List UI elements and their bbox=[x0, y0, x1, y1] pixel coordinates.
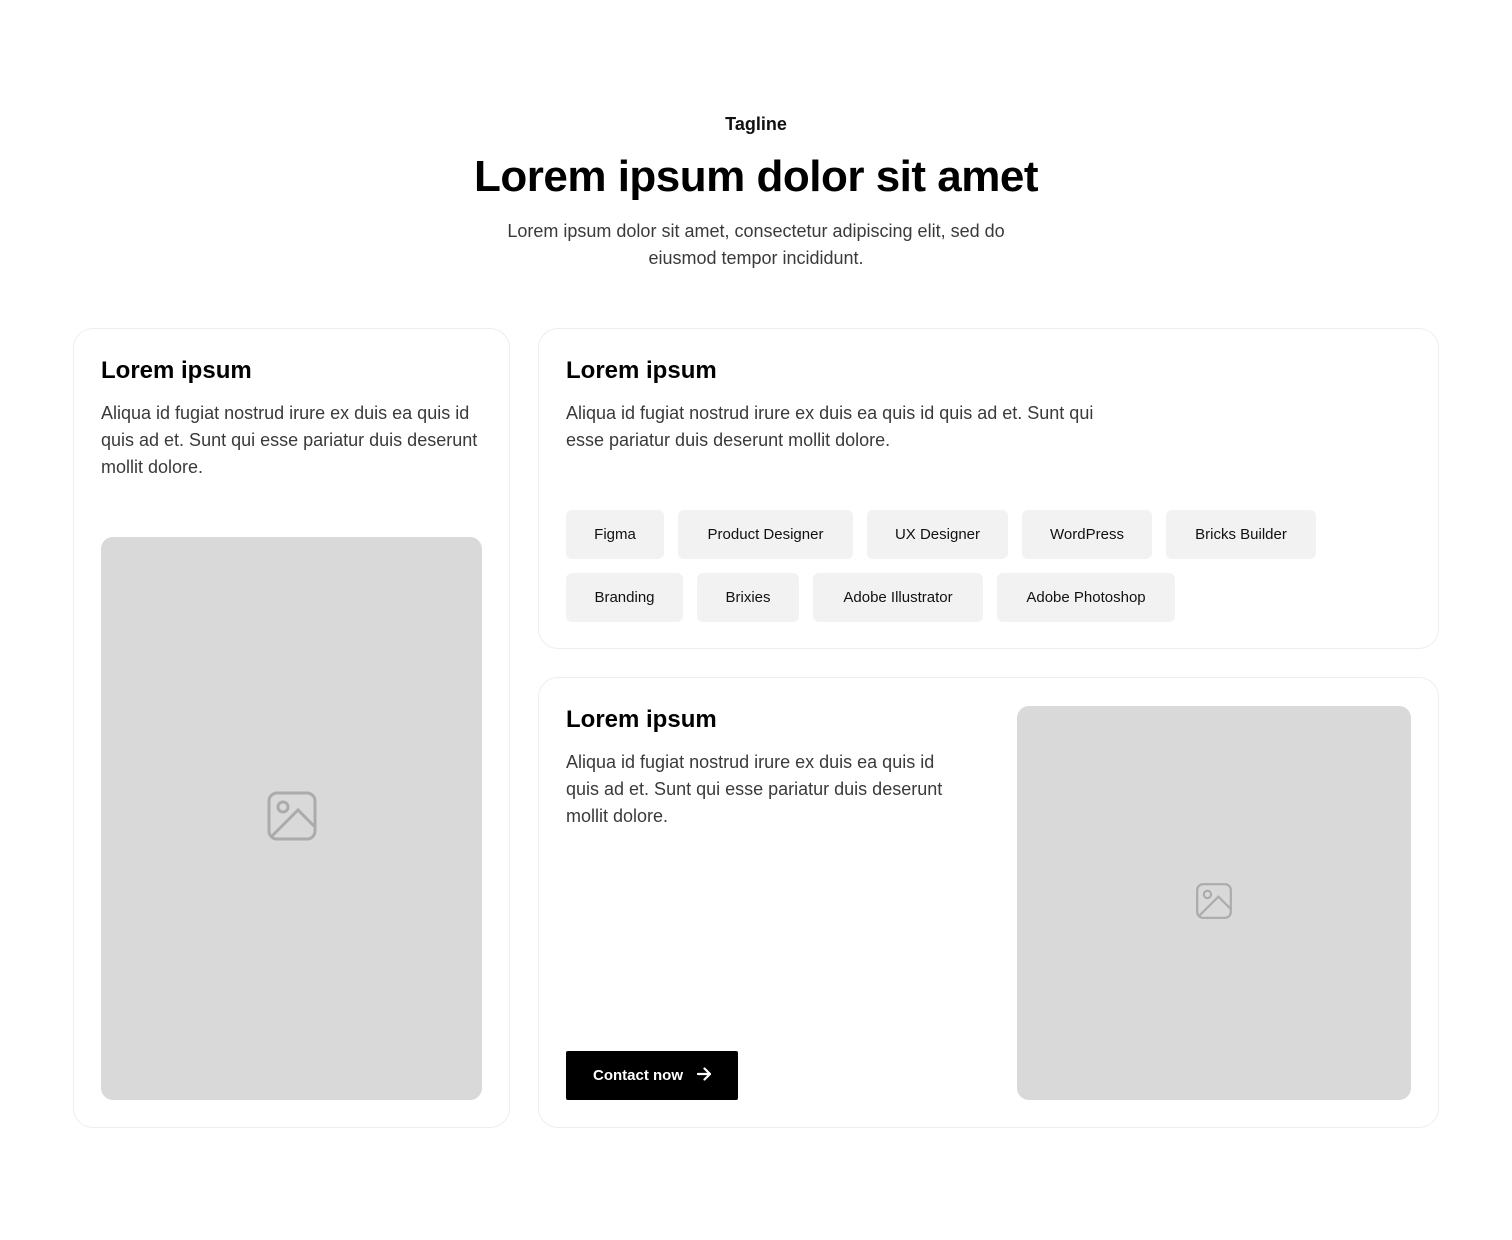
page-title: Lorem ipsum dolor sit amet bbox=[474, 152, 1038, 201]
feature-card-contact: Lorem ipsum Aliqua id fugiat nostrud iru… bbox=[538, 677, 1439, 1128]
tag-bricks-builder[interactable]: Bricks Builder bbox=[1166, 510, 1316, 559]
image-icon bbox=[266, 790, 318, 847]
card-description: Aliqua id fugiat nostrud irure ex duis e… bbox=[566, 752, 943, 826]
image-placeholder bbox=[1017, 706, 1411, 1100]
tag-figma[interactable]: Figma bbox=[566, 510, 664, 559]
image-placeholder bbox=[101, 537, 482, 1100]
card-title: Lorem ipsum bbox=[101, 357, 252, 384]
tag-branding[interactable]: Branding bbox=[566, 573, 683, 622]
arrow-right-icon bbox=[696, 1066, 712, 1085]
card-description: Aliqua id fugiat nostrud irure ex duis e… bbox=[566, 403, 1094, 450]
feature-card-left: Lorem ipsum Aliqua id fugiat nostrud iru… bbox=[73, 328, 510, 1128]
tag-product-designer[interactable]: Product Designer bbox=[678, 510, 853, 559]
contact-now-button[interactable]: Contact now bbox=[566, 1051, 738, 1100]
feature-card-skills: Lorem ipsum Aliqua id fugiat nostrud iru… bbox=[538, 328, 1439, 649]
card-title: Lorem ipsum bbox=[566, 706, 717, 733]
tag-brixies[interactable]: Brixies bbox=[697, 573, 799, 622]
button-label: Contact now bbox=[593, 1067, 683, 1084]
tag-adobe-photoshop[interactable]: Adobe Photoshop bbox=[997, 573, 1175, 622]
page-subtitle: Lorem ipsum dolor sit amet, consectetur … bbox=[507, 221, 1005, 268]
image-icon bbox=[1195, 882, 1233, 925]
tagline: Tagline bbox=[725, 114, 787, 134]
card-description: Aliqua id fugiat nostrud irure ex duis e… bbox=[101, 403, 478, 477]
card-title: Lorem ipsum bbox=[566, 357, 717, 384]
tag-adobe-illustrator[interactable]: Adobe Illustrator bbox=[813, 573, 983, 622]
tag-wordpress[interactable]: WordPress bbox=[1022, 510, 1152, 559]
tag-ux-designer[interactable]: UX Designer bbox=[867, 510, 1008, 559]
